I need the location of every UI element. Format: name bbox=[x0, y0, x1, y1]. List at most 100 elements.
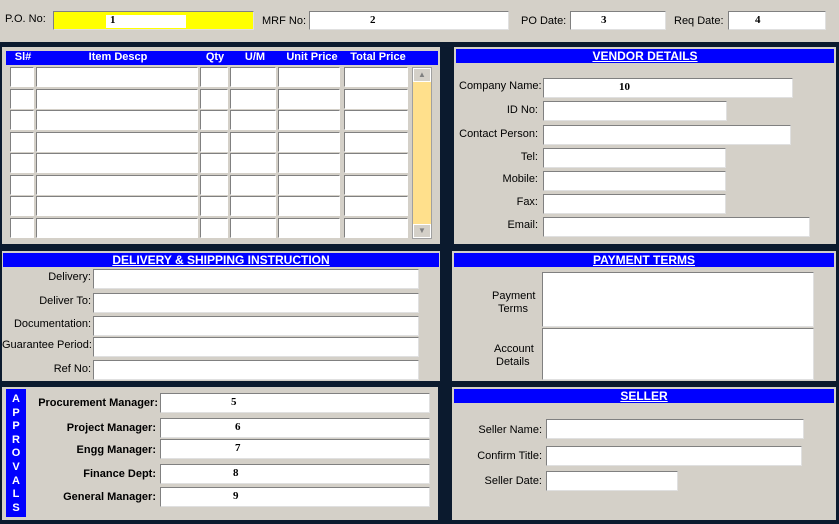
cell-qty[interactable] bbox=[200, 196, 228, 216]
req-date-field[interactable]: 4 bbox=[728, 11, 826, 30]
cell-um[interactable] bbox=[230, 196, 276, 216]
cell-total-price[interactable] bbox=[344, 218, 408, 238]
po-date-field[interactable]: 3 bbox=[570, 11, 666, 30]
finance-dept-field[interactable]: 8 bbox=[160, 464, 430, 484]
procurement-manager-field[interactable]: 5 bbox=[160, 393, 430, 413]
cell-sl[interactable] bbox=[10, 67, 34, 87]
approvals-letter: O bbox=[11, 447, 21, 460]
cell-sl[interactable] bbox=[10, 218, 34, 238]
cell-qty[interactable] bbox=[200, 132, 228, 152]
cell-item-descp[interactable] bbox=[36, 132, 198, 152]
mrf-no-value: 2 bbox=[370, 14, 376, 26]
contact-person-field[interactable] bbox=[543, 125, 791, 145]
cell-unit-price[interactable] bbox=[278, 196, 340, 216]
email-field[interactable] bbox=[543, 217, 810, 237]
approvals-letter: S bbox=[12, 501, 20, 514]
cell-sl[interactable] bbox=[10, 153, 34, 173]
po-no-caret-box bbox=[106, 15, 186, 28]
confirm-title-field[interactable] bbox=[546, 446, 802, 466]
cell-qty[interactable] bbox=[200, 110, 228, 130]
cell-total-price[interactable] bbox=[344, 67, 408, 87]
cell-unit-price[interactable] bbox=[278, 67, 340, 87]
mrf-no-label: MRF No: bbox=[262, 15, 306, 27]
cell-sl[interactable] bbox=[10, 175, 34, 195]
cell-total-price[interactable] bbox=[344, 89, 408, 109]
cell-total-price[interactable] bbox=[344, 196, 408, 216]
cell-sl[interactable] bbox=[10, 110, 34, 130]
cell-qty[interactable] bbox=[200, 153, 228, 173]
documentation-field[interactable] bbox=[93, 316, 419, 336]
guarantee-period-field[interactable] bbox=[93, 337, 419, 357]
mrf-no-field[interactable]: 2 bbox=[309, 11, 509, 30]
cell-qty[interactable] bbox=[200, 175, 228, 195]
cell-unit-price[interactable] bbox=[278, 218, 340, 238]
engg-manager-field[interactable]: 7 bbox=[160, 439, 430, 459]
cell-um[interactable] bbox=[230, 175, 276, 195]
cell-sl[interactable] bbox=[10, 89, 34, 109]
seller-name-field[interactable] bbox=[546, 419, 804, 439]
cell-item-descp[interactable] bbox=[36, 67, 198, 87]
scroll-down-icon[interactable]: ▼ bbox=[413, 224, 431, 238]
delivery-panel: DELIVERY & SHIPPING INSTRUCTION Delivery… bbox=[2, 251, 440, 381]
approvals-letter: L bbox=[12, 488, 20, 501]
cell-qty[interactable] bbox=[200, 218, 228, 238]
cell-um[interactable] bbox=[230, 110, 276, 130]
cell-um[interactable] bbox=[230, 89, 276, 109]
tel-field[interactable] bbox=[543, 148, 726, 168]
cell-qty[interactable] bbox=[200, 67, 228, 87]
approvals-panel: APPROVALS Procurement Manager: 5 Project… bbox=[2, 387, 438, 520]
items-header-row: Sl# Item Descp Qty U/M Unit Price Total … bbox=[6, 51, 438, 65]
id-no-field[interactable] bbox=[543, 101, 727, 121]
cell-total-price[interactable] bbox=[344, 153, 408, 173]
delivery-field[interactable] bbox=[93, 269, 419, 289]
cell-unit-price[interactable] bbox=[278, 132, 340, 152]
payment-terms-label-2: Terms bbox=[498, 303, 528, 315]
items-scrollbar[interactable]: ▲ ▼ bbox=[412, 67, 432, 239]
company-name-label: Company Name: bbox=[459, 80, 542, 92]
approvals-letter: R bbox=[12, 433, 20, 446]
documentation-label: Documentation: bbox=[13, 318, 91, 330]
cell-um[interactable] bbox=[230, 132, 276, 152]
cell-unit-price[interactable] bbox=[278, 153, 340, 173]
cell-sl[interactable] bbox=[10, 196, 34, 216]
deliver-to-label: Deliver To: bbox=[39, 295, 91, 307]
cell-item-descp[interactable] bbox=[36, 110, 198, 130]
fax-field[interactable] bbox=[543, 194, 726, 214]
cell-unit-price[interactable] bbox=[278, 110, 340, 130]
cell-item-descp[interactable] bbox=[36, 89, 198, 109]
cell-unit-price[interactable] bbox=[278, 175, 340, 195]
payment-terms-field[interactable] bbox=[542, 272, 814, 327]
items-grid bbox=[10, 67, 410, 239]
cell-um[interactable] bbox=[230, 153, 276, 173]
seller-date-field[interactable] bbox=[546, 471, 678, 491]
cell-um[interactable] bbox=[230, 218, 276, 238]
cell-sl[interactable] bbox=[10, 132, 34, 152]
cell-total-price[interactable] bbox=[344, 132, 408, 152]
scroll-up-icon[interactable]: ▲ bbox=[413, 68, 431, 82]
project-manager-label: Project Manager: bbox=[66, 422, 156, 434]
cell-total-price[interactable] bbox=[344, 175, 408, 195]
mobile-field[interactable] bbox=[543, 171, 726, 191]
company-name-field[interactable]: 10 bbox=[543, 78, 793, 98]
deliver-to-field[interactable] bbox=[93, 293, 419, 313]
cell-item-descp[interactable] bbox=[36, 175, 198, 195]
req-date-label: Req Date: bbox=[674, 15, 724, 27]
cell-item-descp[interactable] bbox=[36, 218, 198, 238]
ref-no-field[interactable] bbox=[93, 360, 419, 380]
mobile-label: Mobile: bbox=[502, 173, 538, 185]
po-no-field[interactable]: 1 bbox=[53, 11, 254, 30]
cell-um[interactable] bbox=[230, 67, 276, 87]
cell-item-descp[interactable] bbox=[36, 196, 198, 216]
seller-name-label: Seller Name: bbox=[478, 424, 542, 436]
project-manager-field[interactable]: 6 bbox=[160, 418, 430, 438]
po-date-label: PO Date: bbox=[521, 15, 567, 27]
general-manager-field[interactable]: 9 bbox=[160, 487, 430, 507]
cell-qty[interactable] bbox=[200, 89, 228, 109]
cell-item-descp[interactable] bbox=[36, 153, 198, 173]
cell-total-price[interactable] bbox=[344, 110, 408, 130]
account-details-field[interactable] bbox=[542, 328, 814, 380]
cell-unit-price[interactable] bbox=[278, 89, 340, 109]
approvals-letter: P bbox=[12, 406, 20, 419]
approvals-side-label: APPROVALS bbox=[6, 389, 26, 517]
engg-manager-label: Engg Manager: bbox=[76, 444, 156, 456]
